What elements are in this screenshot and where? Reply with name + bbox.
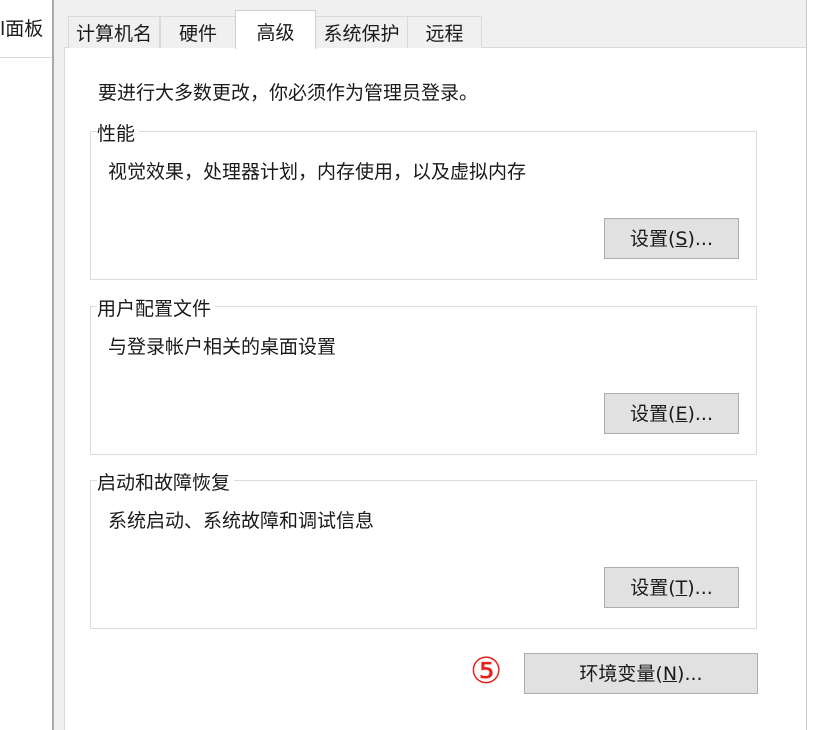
tab-system-protection[interactable]: 系统保护 (315, 16, 408, 48)
performance-settings-button[interactable]: 设置(S)... (604, 218, 739, 259)
group-performance-title: 性能 (97, 119, 140, 146)
group-startup-recovery-description: 系统启动、系统故障和调试信息 (108, 510, 375, 532)
dialog-left-edge (52, 0, 54, 730)
tab-remote[interactable]: 远程 (407, 16, 482, 48)
user-profiles-settings-button[interactable]: 设置(E)... (604, 393, 739, 434)
tab-hardware[interactable]: 硬件 (160, 16, 236, 48)
step-number-marker: ⑤ (470, 651, 503, 692)
group-user-profiles-title: 用户配置文件 (97, 294, 216, 321)
tab-advanced[interactable]: 高级 (235, 10, 316, 49)
admin-notice: 要进行大多数更改，你必须作为管理员登录。 (98, 82, 479, 104)
group-startup-recovery-title: 启动和故障恢复 (97, 468, 235, 495)
background-right (807, 0, 830, 730)
group-performance-description: 视觉效果，处理器计划，内存使用，以及虚拟内存 (108, 161, 527, 183)
environment-variables-button[interactable]: 环境变量(N)... (524, 653, 758, 694)
dialog-right-edge (806, 0, 807, 730)
startup-recovery-settings-button[interactable]: 设置(T)... (604, 567, 739, 608)
tab-computer-name[interactable]: 计算机名 (68, 16, 160, 48)
background-divider (0, 57, 52, 58)
group-user-profiles-description: 与登录帐户相关的桌面设置 (108, 336, 337, 358)
background-window: l面板 (0, 0, 52, 730)
background-window-title: l面板 (0, 18, 44, 40)
